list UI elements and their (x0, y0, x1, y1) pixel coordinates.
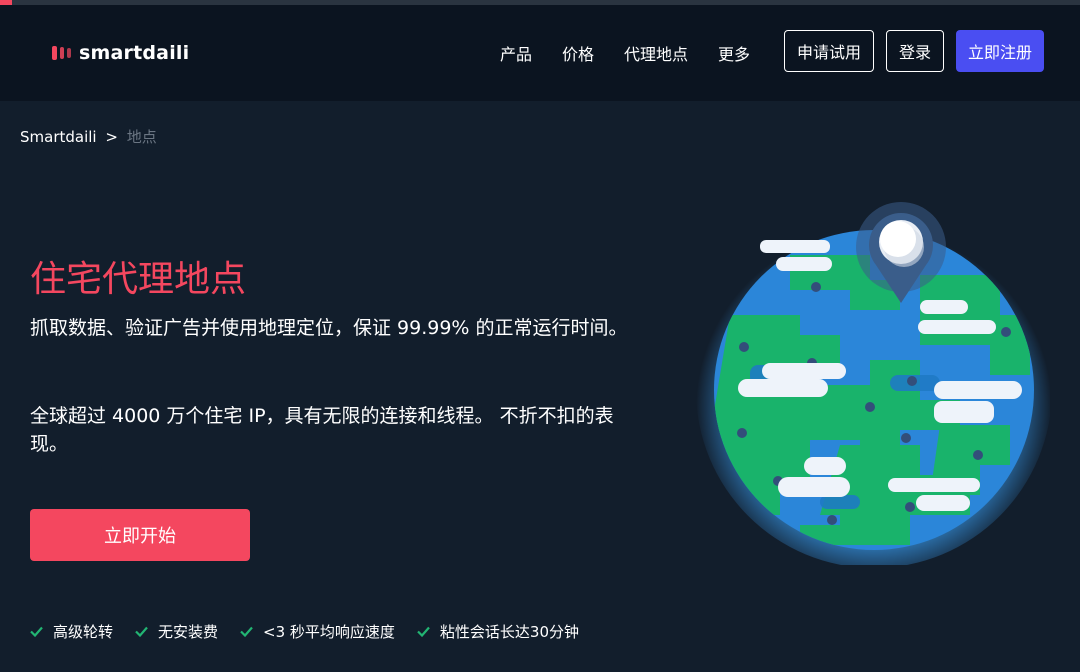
start-now-button[interactable]: 立即开始 (30, 509, 250, 561)
feature-item: 无安装费 (135, 621, 218, 642)
nav-item-products[interactable]: 产品 (500, 41, 532, 65)
feature-label: 粘性会话长达30分钟 (439, 623, 580, 641)
check-icon (135, 626, 148, 637)
breadcrumb: Smartdaili > 地点 (20, 126, 157, 147)
nav-item-locations[interactable]: 代理地点 (624, 41, 688, 65)
logo[interactable]: smartdaili (52, 41, 189, 65)
feature-item: <3 秒平均响应速度 (240, 621, 395, 642)
hero-description-2: 全球超过 4000 万个住宅 IP，具有无限的连接和线程。 不折不扣的表现。 (30, 405, 614, 455)
smartdaili-logo-icon (52, 46, 71, 60)
nav-item-more[interactable]: 更多 (718, 41, 750, 65)
main-nav: 产品 价格 代理地点 更多 (500, 41, 750, 65)
feature-item: 高级轮转 (30, 621, 113, 642)
logo-text: smartdaili (79, 42, 190, 64)
trial-button[interactable]: 申请试用 (784, 30, 874, 72)
feature-label: <3 秒平均响应速度 (263, 623, 395, 641)
breadcrumb-separator: > (105, 128, 118, 146)
nav-item-pricing[interactable]: 价格 (562, 41, 594, 65)
check-icon (30, 626, 43, 637)
check-icon (417, 626, 430, 637)
page-title: 住宅代理地点 (30, 259, 247, 300)
login-button[interactable]: 登录 (886, 30, 944, 72)
register-button[interactable]: 立即注册 (956, 30, 1044, 72)
feature-list: 高级轮转 无安装费 <3 秒平均响应速度 粘性会话长达30分钟 (30, 621, 601, 642)
breadcrumb-home[interactable]: Smartdaili (20, 128, 97, 146)
breadcrumb-current: 地点 (126, 128, 157, 146)
globe-illustration (696, 202, 1050, 565)
check-icon (240, 626, 253, 637)
hero-description-1: 抓取数据、验证广告并使用地理定位，保证 99.99% 的正常运行时间。 (30, 317, 628, 339)
feature-item: 粘性会话长达30分钟 (417, 621, 579, 642)
site-header: smartdaili 产品 价格 代理地点 更多 申请试用 登录 立即注册 (0, 5, 1080, 101)
feature-label: 高级轮转 (53, 623, 114, 641)
feature-label: 无安装费 (158, 623, 219, 641)
